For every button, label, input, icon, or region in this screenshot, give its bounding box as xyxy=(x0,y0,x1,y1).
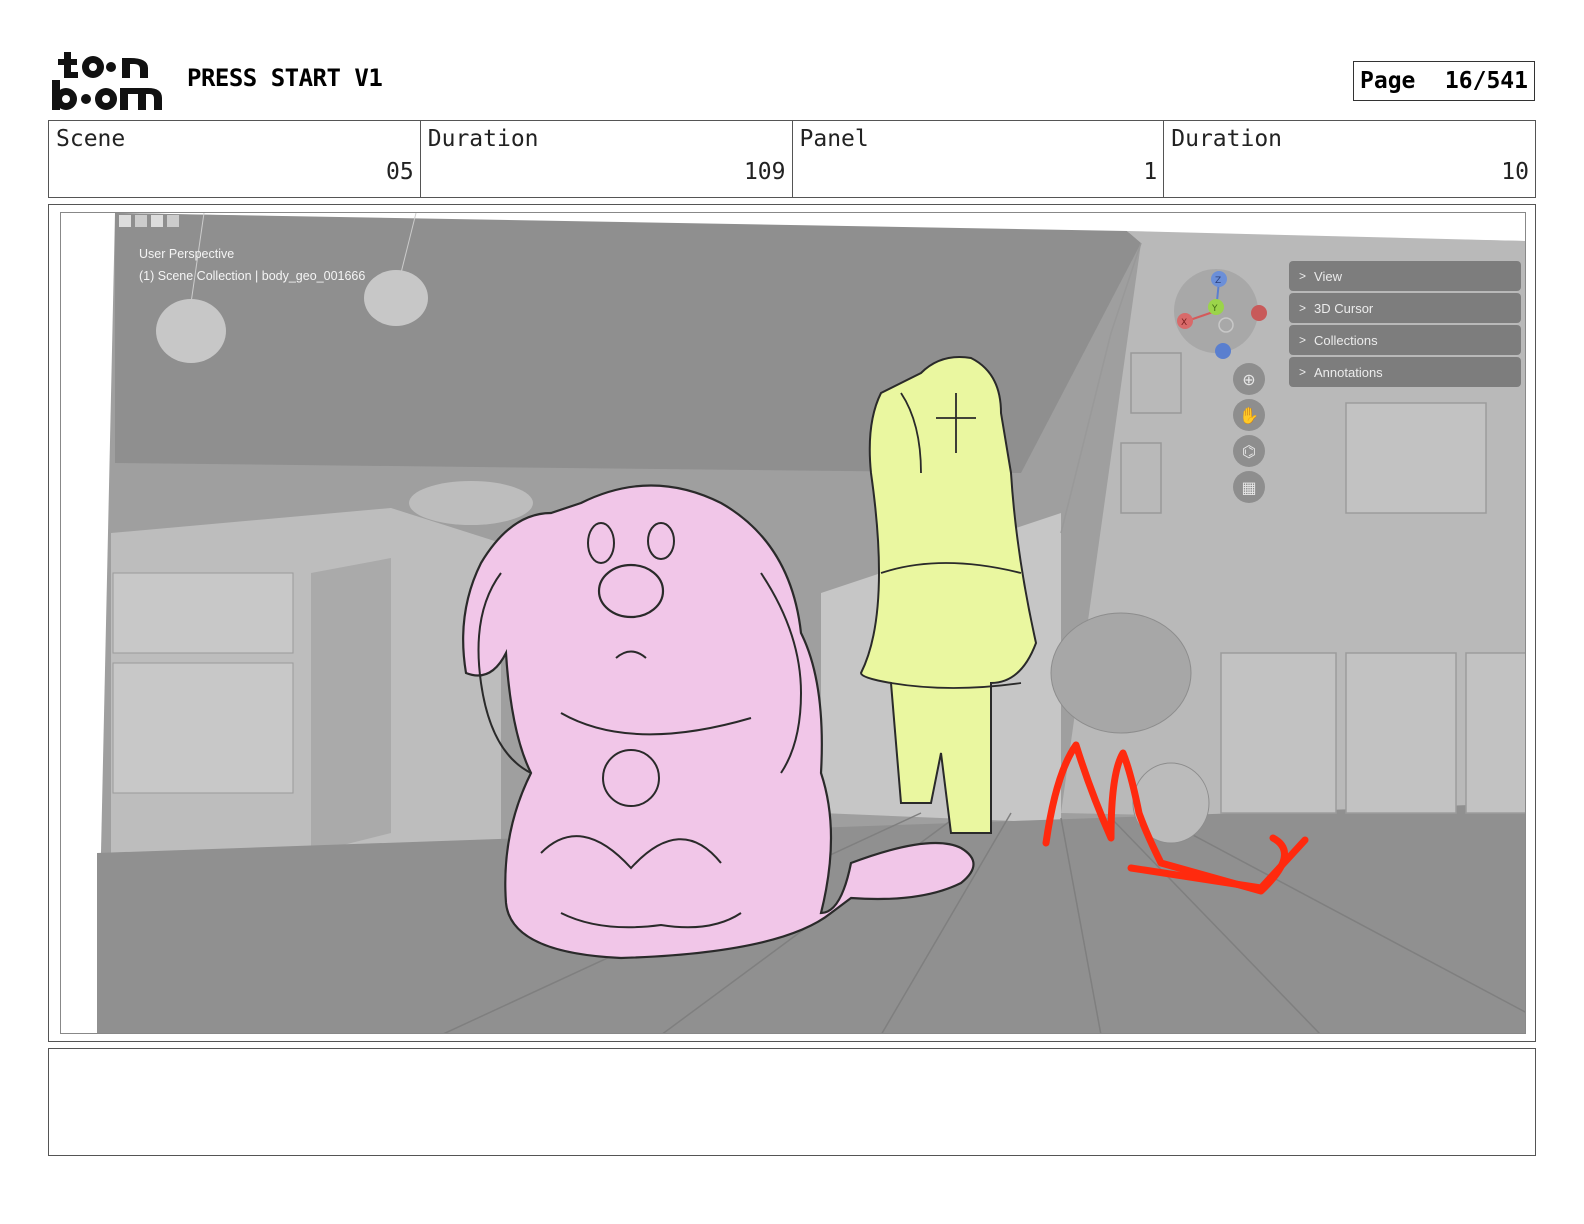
project-title: PRESS START V1 xyxy=(187,64,383,92)
menu-view-label: View xyxy=(1314,268,1342,284)
camera-icon[interactable]: ⌬ xyxy=(1233,435,1265,467)
navigation-gizmo[interactable]: Z Y X xyxy=(1171,263,1281,373)
storyboard-panel[interactable]: User Perspective (1) Scene Collection | … xyxy=(60,212,1526,1034)
menu-annotations[interactable]: > Annotations xyxy=(1289,357,1521,387)
panel-duration-value: 10 xyxy=(1501,159,1529,185)
chevron-right-icon: > xyxy=(1299,333,1307,347)
menu-collections-label: Collections xyxy=(1314,332,1378,348)
panel-cell: Panel 1 xyxy=(793,121,1165,197)
menu-annotations-label: Annotations xyxy=(1314,364,1383,380)
scene-duration-label: Duration xyxy=(427,126,539,152)
scene-cell: Scene 05 xyxy=(49,121,421,197)
panel-notes-box[interactable] xyxy=(48,1048,1536,1156)
grid-icon[interactable]: ▦ xyxy=(1233,471,1265,503)
chevron-right-icon: > xyxy=(1299,269,1307,283)
scene-label: Scene xyxy=(56,126,126,152)
menu-collections[interactable]: > Collections xyxy=(1289,325,1521,355)
menu-3d-cursor[interactable]: >3D Cursor xyxy=(1289,293,1521,323)
hand-icon[interactable]: ✋ xyxy=(1233,399,1265,431)
viewport-perspective-label: User Perspective xyxy=(139,247,235,261)
panel-info-row: Scene 05 Duration 109 Panel 1 Duration 1… xyxy=(48,120,1536,198)
zoom-icon[interactable]: ⊕ xyxy=(1233,363,1265,395)
toon-boom-logo xyxy=(52,50,164,112)
panel-duration-label: Duration xyxy=(1171,126,1283,152)
gizmo-z-label: Z xyxy=(1215,276,1221,286)
chevron-right-icon: > xyxy=(1299,365,1307,379)
panel-duration-cell: Duration 10 xyxy=(1164,121,1535,197)
gizmo-y-label: Y xyxy=(1211,304,1218,314)
viewport-header-icons[interactable] xyxy=(117,213,187,231)
page-number: 16/541 xyxy=(1444,68,1528,94)
scene-value: 05 xyxy=(386,159,414,185)
chevron-right-icon: > xyxy=(1299,301,1307,315)
page-indicator: Page 16/541 xyxy=(1353,61,1535,101)
gizmo-x-label: X xyxy=(1181,318,1187,328)
menu-view[interactable]: > View xyxy=(1289,261,1521,291)
panel-value: 1 xyxy=(1143,159,1158,185)
panel-label: Panel xyxy=(799,126,869,152)
scene-duration-value: 109 xyxy=(743,159,786,185)
menu-3d-cursor-label: 3D Cursor xyxy=(1314,300,1374,316)
panel-frame: User Perspective (1) Scene Collection | … xyxy=(48,204,1536,1042)
viewport-collection-label: (1) Scene Collection | body_geo_001666 xyxy=(139,269,366,283)
scene-duration-cell: Duration 109 xyxy=(421,121,793,197)
page-label: Page xyxy=(1360,68,1416,94)
